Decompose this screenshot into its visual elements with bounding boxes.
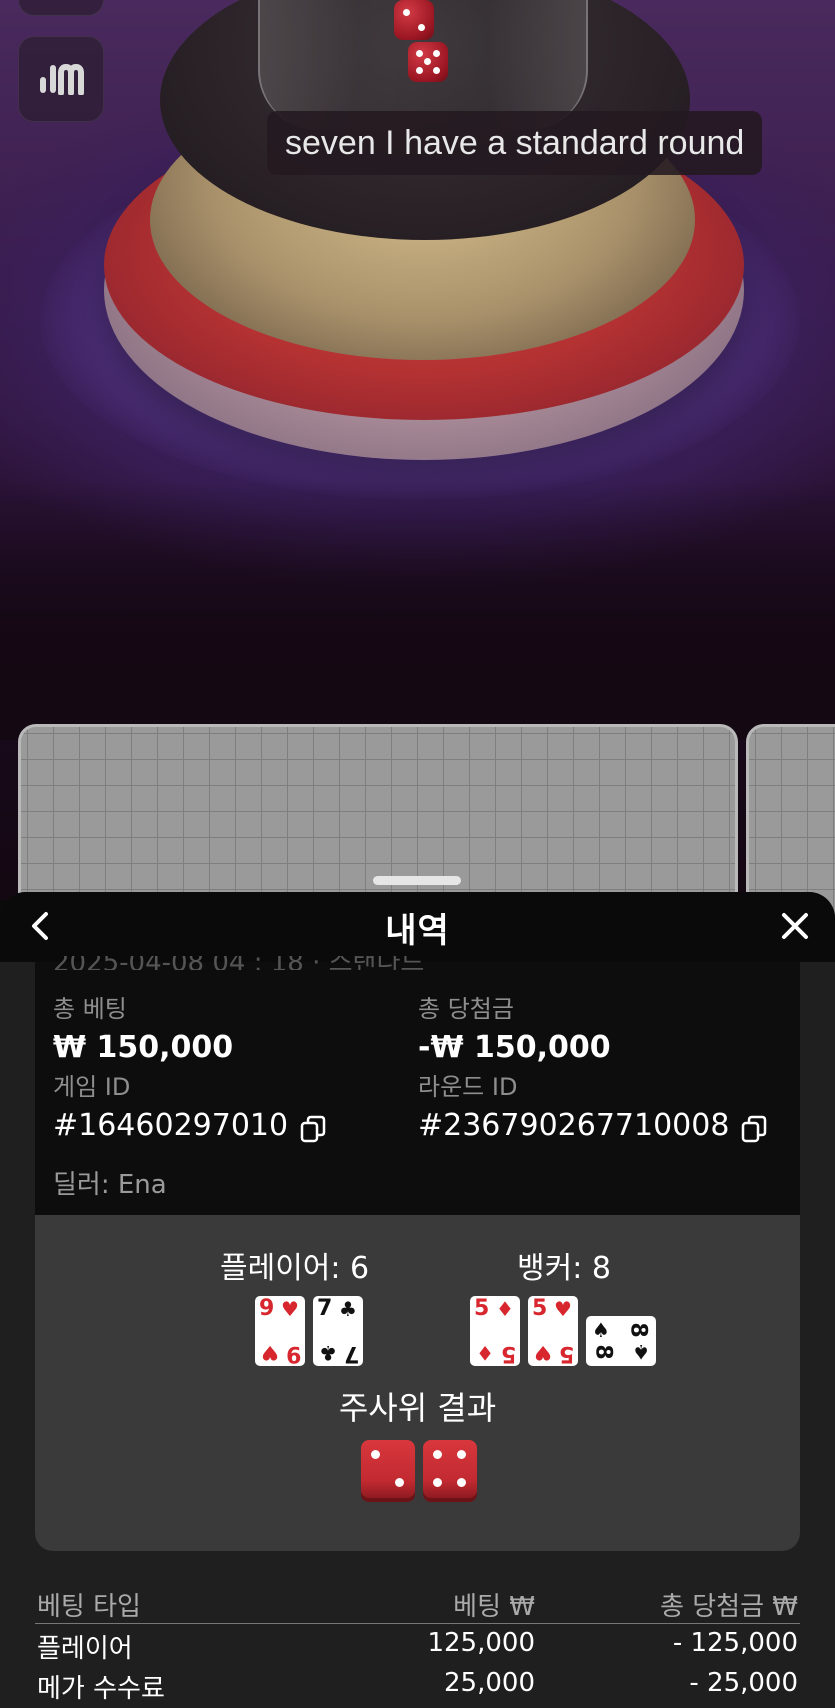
- close-button[interactable]: [773, 906, 817, 950]
- dice-result-die-1: [361, 1440, 415, 1498]
- live-die-1: [394, 0, 434, 40]
- round-id-value: #236790267710008: [418, 1108, 730, 1143]
- banker-card-2: 5 ♥ 5 ♥: [528, 1296, 578, 1366]
- back-button[interactable]: [20, 908, 60, 948]
- chevron-left-icon: [28, 911, 52, 945]
- player-card-2: 7 ♣ 7 ♣: [313, 1296, 363, 1366]
- header-bet-type: 베팅 타입: [37, 1592, 141, 1622]
- statistics-icon: [37, 59, 85, 99]
- dealer-speech-caption: seven I have a standard round: [267, 111, 763, 175]
- banker-score: 뱅커: 8: [517, 1251, 611, 1286]
- total-bet-value: ₩ 150,000: [53, 1030, 234, 1065]
- total-win-label: 총 당첨금: [418, 995, 514, 1023]
- bets-table: 베팅 타입 베팅 ₩ 총 당첨금 ₩ 플레이어 125,000 - 125,00…: [35, 1582, 800, 1704]
- close-icon: [780, 911, 810, 945]
- game-id-row: #16460297010: [53, 1104, 326, 1148]
- header-total-win: 총 당첨금 ₩: [660, 1592, 798, 1622]
- total-win-cell: - 25,000: [689, 1668, 798, 1698]
- history-sheet: 내역 2025-04-08 04 : 18 · 스탠다드 총 베팅 ₩ 150,…: [0, 892, 835, 1708]
- game-id-label: 게임 ID: [53, 1073, 131, 1101]
- copy-icon[interactable]: [741, 1112, 767, 1143]
- banker-card-1: 5 ♦ 5 ♦: [470, 1296, 520, 1366]
- dice-result-die-2: [423, 1440, 477, 1498]
- bet-type-cell: 플레이어: [37, 1634, 133, 1664]
- round-summary: 2025-04-08 04 : 18 · 스탠다드 총 베팅 ₩ 150,000…: [35, 956, 800, 1215]
- table-row: 플레이어 125,000 - 125,000: [35, 1624, 800, 1664]
- table-row: 메가 수수료 25,000 - 25,000: [35, 1664, 800, 1704]
- header-bet-amount: 베팅 ₩: [453, 1592, 535, 1622]
- bet-amount-cell: 25,000: [444, 1668, 535, 1698]
- round-id-row: #236790267710008: [418, 1104, 767, 1148]
- total-win-cell: - 125,000: [672, 1628, 798, 1658]
- dice-result-title: 주사위 결과: [338, 1389, 497, 1427]
- bet-type-cell: 메가 수수료: [37, 1674, 165, 1704]
- summary-left-column: 총 베팅 ₩ 150,000 게임 ID #16460297010: [53, 992, 326, 1148]
- player-score: 플레이어: 6: [220, 1251, 370, 1286]
- sheet-drag-handle[interactable]: [373, 876, 461, 885]
- dealer-name: 딜러: Ena: [53, 1170, 167, 1200]
- sheet-header: 내역: [0, 892, 835, 962]
- menu-button[interactable]: [18, 0, 104, 16]
- round-result: 플레이어: 6 뱅커: 8 주사위 결과 9 ♥ 9 ♥ 7 ♣ 7 ♣ 5 ♦ 5 ♦ 5 ♥ 5 ♥ 8 ♠ 8…: [35, 1215, 800, 1551]
- bet-amount-cell: 125,000: [427, 1628, 535, 1658]
- banker-card-3: 8 ♠ 8 ♠: [586, 1316, 656, 1366]
- statistics-button[interactable]: [18, 36, 104, 122]
- copy-icon[interactable]: [300, 1112, 326, 1143]
- live-die-2: [408, 42, 448, 82]
- bets-table-header: 베팅 타입 베팅 ₩ 총 당첨금 ₩: [35, 1582, 800, 1624]
- scene-fade: [0, 480, 835, 740]
- total-bet-label: 총 베팅: [53, 995, 127, 1023]
- sheet-title: 내역: [385, 910, 450, 951]
- total-win-value: -₩ 150,000: [418, 1030, 611, 1065]
- summary-right-column: 총 당첨금 -₩ 150,000 라운드 ID #236790267710008: [418, 992, 767, 1148]
- game-id-value: #16460297010: [53, 1108, 289, 1143]
- round-datetime-partial: 2025-04-08 04 : 18 · 스탠다드: [53, 956, 424, 970]
- round-id-label: 라운드 ID: [418, 1073, 518, 1101]
- player-card-1: 9 ♥ 9 ♥: [255, 1296, 305, 1366]
